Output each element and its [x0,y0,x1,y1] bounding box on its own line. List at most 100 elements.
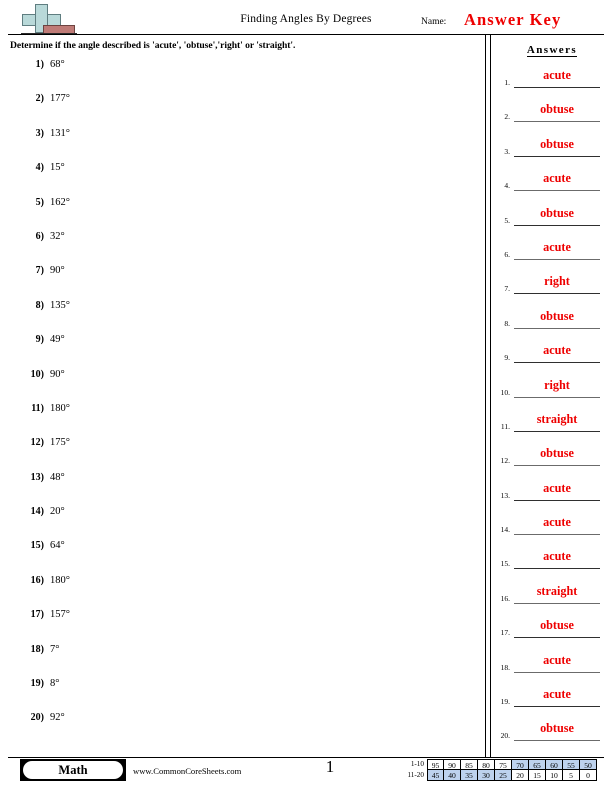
problem-number: 10) [30,368,44,380]
score-cell: 55 [563,759,580,770]
answer-blank-line[interactable] [514,155,600,157]
answer-number: 16. [500,593,510,603]
answer-number: 5. [504,215,510,225]
problem-number: 15) [30,540,44,552]
answer-blank-line[interactable] [514,568,600,570]
answer-blank-line[interactable] [514,465,600,467]
answer-number: 12. [500,456,510,466]
answers-column-header: Answers [496,44,608,57]
answer-row: 17. obtuse [492,616,612,650]
column-divider-inner [490,35,491,757]
answer-value: acute [543,68,571,82]
problem-row: 17) 157° [0,609,480,643]
answer-row: 9. acute [492,341,612,375]
answer-number: 6. [504,249,510,259]
problem-list: 1) 68° 2) 177° 3) 131° 4) 15° 5) 162° 6) 32° 7) 90° 8)… [0,59,480,747]
answer-key-stamp: Answer Key [464,10,562,29]
problem-value: 175° [50,437,70,449]
score-cell: 25 [495,770,512,781]
score-cell: 30 [478,770,495,781]
problem-row: 18) 7° [0,644,480,678]
answer-number: 9. [504,353,510,363]
problem-number: 12) [30,437,44,449]
problem-number: 17) [30,609,44,621]
answer-number: 3. [504,146,510,156]
answer-blank-line[interactable] [514,87,600,88]
answer-blank-line[interactable] [514,362,600,364]
answer-blank-line[interactable] [514,706,600,708]
problem-value: 68° [50,59,65,70]
answer-row: 15. acute [492,547,612,581]
page-header: Finding Angles By Degrees Name: Answer K… [0,0,612,38]
answer-number: 15. [500,559,510,569]
answer-blank-line[interactable] [514,602,600,604]
problem-number: 7) [35,265,44,277]
score-cell: 35 [461,770,478,781]
score-cell: 50 [580,759,597,770]
answer-blank-line[interactable] [514,224,600,226]
answer-value: obtuse [540,205,574,220]
score-cell: 20 [512,770,529,781]
problem-value: 157° [50,609,70,621]
problem-number: 18) [30,643,44,655]
problem-number: 4) [35,162,44,174]
answer-blank-line[interactable] [514,396,600,398]
answer-value: acute [543,515,571,530]
problem-row: 10) 90° [0,369,480,403]
answer-number: 1. [504,78,510,87]
answer-row: 14. acute [492,513,612,547]
answer-row: 2. obtuse [492,100,612,134]
answer-blank-line[interactable] [514,534,600,536]
score-cell: 85 [461,759,478,770]
answer-blank-line[interactable] [514,499,600,501]
answer-blank-line[interactable] [514,258,600,260]
answer-value: straight [536,411,578,426]
answer-blank-line[interactable] [514,121,600,123]
answer-row: 10. right [492,376,612,410]
score-cell: 70 [512,759,529,770]
instruction-text: Determine if the angle described is 'acu… [10,40,296,51]
answer-blank-line[interactable] [514,327,600,329]
answer-row: 13. acute [492,479,612,513]
answers-column-header-label: Answers [526,44,578,57]
problem-row: 13) 48° [0,472,480,506]
answer-row: 7. right [492,272,612,306]
problem-row: 9) 49° [0,334,480,368]
answer-row: 20. obtuse [492,719,612,753]
answer-value: acute [543,687,571,702]
answer-value: straight [536,583,578,598]
answer-value: acute [543,343,571,358]
site-url: www.CommonCoreSheets.com [133,766,242,776]
answer-list: 1. acute 2. obtuse 3. obtuse 4. acute 5. obtuse 6.… [492,66,612,754]
answer-row: 18. acute [492,651,612,685]
answer-blank-line[interactable] [514,740,600,742]
problem-row: 7) 90° [0,265,480,299]
answer-row: 11. straight [492,410,612,444]
answer-value: acute [543,549,571,564]
answer-number: 13. [500,490,510,500]
answer-number: 17. [500,628,510,638]
answer-blank-line[interactable] [514,671,600,673]
answer-number: 7. [504,284,510,294]
answer-row: 16. straight [492,582,612,616]
problem-value: 8° [50,678,60,690]
score-cell: 10 [546,770,563,781]
answer-value: obtuse [540,308,574,323]
score-cell: 75 [495,759,512,770]
problem-row: 15) 64° [0,540,480,574]
answer-number: 10. [500,387,510,397]
problem-number: 8) [35,299,44,311]
answer-number: 14. [500,525,510,535]
problem-value: 90° [50,265,65,277]
problem-value: 162° [50,196,70,208]
problem-value: 180° [50,402,70,414]
answer-number: 8. [504,318,510,328]
answer-blank-line[interactable] [514,430,600,432]
problem-row: 5) 162° [0,197,480,231]
problem-row: 2) 177° [0,93,480,127]
answer-blank-line[interactable] [514,637,600,639]
answer-blank-line[interactable] [514,293,600,295]
problem-value: 177° [50,93,70,105]
problem-row: 19) 8° [0,678,480,712]
answer-blank-line[interactable] [514,190,600,192]
